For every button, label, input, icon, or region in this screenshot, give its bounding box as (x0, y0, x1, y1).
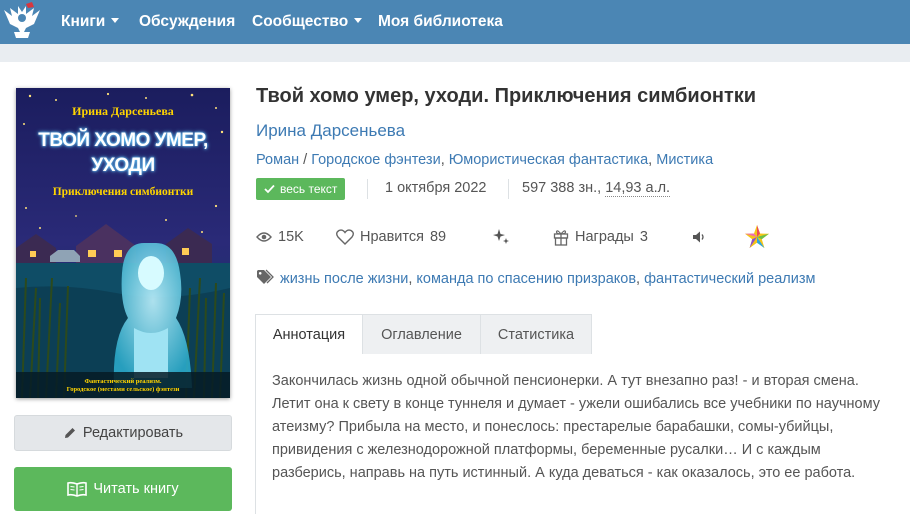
tab-contents[interactable]: Оглавление (362, 314, 481, 355)
book-author-link[interactable]: Ирина Дарсеньева (256, 121, 405, 141)
size-author-sheets[interactable]: 14,93 а.л. (605, 180, 671, 197)
genre-link[interactable]: Юмористическая фантастика (449, 152, 648, 168)
tag-icon (257, 269, 274, 284)
gift-icon (553, 229, 569, 246)
tag-link[interactable]: команда по спасению призраков (416, 271, 636, 287)
nav-my-library[interactable]: Моя библиотека (378, 0, 503, 44)
cover-title-line1: ТВОЙ ХОМО УМЕР, (38, 130, 208, 151)
nav-community-label: Сообщество (252, 13, 349, 30)
book-size: 597 388 зн., 14,93 а.л. (522, 180, 671, 197)
publish-date: 1 октября 2022 (385, 180, 487, 196)
divider (508, 179, 509, 199)
views-count: 15K (278, 229, 304, 245)
size-chars: 597 388 зн., (522, 180, 606, 196)
nav-discussions[interactable]: Обсуждения (139, 0, 235, 44)
audio-button[interactable] (692, 224, 714, 250)
eagle-logo-icon[interactable] (0, 2, 44, 42)
nav-my-library-label: Моя библиотека (378, 13, 503, 30)
cover-footer-line2: Городское (местами сельское) фэнтези (66, 386, 180, 393)
likes-count: 89 (429, 229, 447, 245)
sparkle-button[interactable] (492, 224, 516, 250)
tag-separator: , (636, 271, 645, 287)
book-stats: 15K Нравится 89 Награды 3 (256, 224, 796, 250)
pencil-icon (64, 428, 75, 439)
book-meta-row: весь текст 1 октября 2022 597 388 зн., 1… (256, 178, 696, 202)
check-icon (264, 184, 275, 194)
cover-footer-line1: Фантастический реализм. (84, 378, 162, 385)
book-tabs: Аннотация Оглавление Статистика (255, 314, 910, 355)
chevron-down-icon (111, 18, 120, 23)
cover-title-line2: УХОДИ (91, 155, 155, 176)
genre-link[interactable]: Мистика (656, 152, 713, 168)
edit-button[interactable]: Редактировать (14, 415, 232, 451)
status-badge-label: весь текст (280, 182, 338, 196)
genre-separator: / (299, 152, 312, 168)
nav-community[interactable]: Сообщество (252, 0, 363, 44)
nav-discussions-label: Обсуждения (139, 13, 236, 30)
heart-icon (336, 229, 354, 246)
genre-separator: , (440, 152, 449, 168)
genre-list: Роман / Городское фэнтези, Юмористическа… (256, 152, 713, 168)
cover-title-text: ТВОЙ ХОМО УМЕР, УХОДИ (16, 128, 230, 178)
genre-link[interactable]: Роман (256, 152, 299, 168)
views-stat: 15K (256, 224, 304, 250)
annotation-text: Закончилась жизнь одной обычной пенсионе… (272, 373, 880, 481)
divider (367, 179, 368, 199)
nav-books[interactable]: Книги (61, 0, 120, 44)
awards-count: 3 (639, 229, 648, 245)
edit-button-label: Редактировать (82, 425, 184, 441)
speaker-icon (693, 231, 704, 243)
awards-label: Награды (575, 229, 634, 245)
genre-link[interactable]: Городское фэнтези (311, 152, 440, 168)
status-badge: весь текст (256, 178, 346, 200)
open-book-icon (67, 482, 88, 498)
tag-list: жизнь после жизни, команда по спасению п… (256, 269, 815, 287)
cover-subtitle-text: Приключения симбионтки (52, 186, 194, 198)
book-title: Твой хомо умер, уходи. Приключения симби… (256, 85, 757, 107)
book-cover[interactable]: Ирина Дарсеньева ТВОЙ ХОМО УМЕР, УХОДИ П… (16, 88, 230, 398)
top-navbar: Книги Обсуждения Сообщество Моя библиоте… (0, 0, 910, 44)
read-book-button-label: Читать книгу (93, 481, 179, 497)
awards-button[interactable]: Награды 3 (553, 224, 648, 250)
tab-annotation[interactable]: Аннотация (255, 314, 363, 355)
cover-author-text: Ирина Дарсеньева (72, 104, 174, 118)
tag-link[interactable]: фантастический реализм (644, 271, 815, 287)
rainbow-star-button[interactable] (744, 224, 776, 250)
like-button[interactable]: Нравится 89 (336, 224, 446, 250)
cover-footer-text: Фантастический реализм. Городское (места… (16, 378, 230, 394)
sparkle-icon (493, 229, 509, 245)
nav-books-label: Книги (61, 13, 106, 30)
tag-link[interactable]: жизнь после жизни (280, 271, 408, 287)
eye-icon (256, 232, 272, 242)
tab-statistics[interactable]: Статистика (480, 314, 592, 355)
rainbow-star-icon (745, 225, 769, 249)
chevron-down-icon (354, 18, 363, 23)
read-book-button[interactable]: Читать книгу (14, 467, 232, 511)
likes-label: Нравится (360, 229, 424, 245)
